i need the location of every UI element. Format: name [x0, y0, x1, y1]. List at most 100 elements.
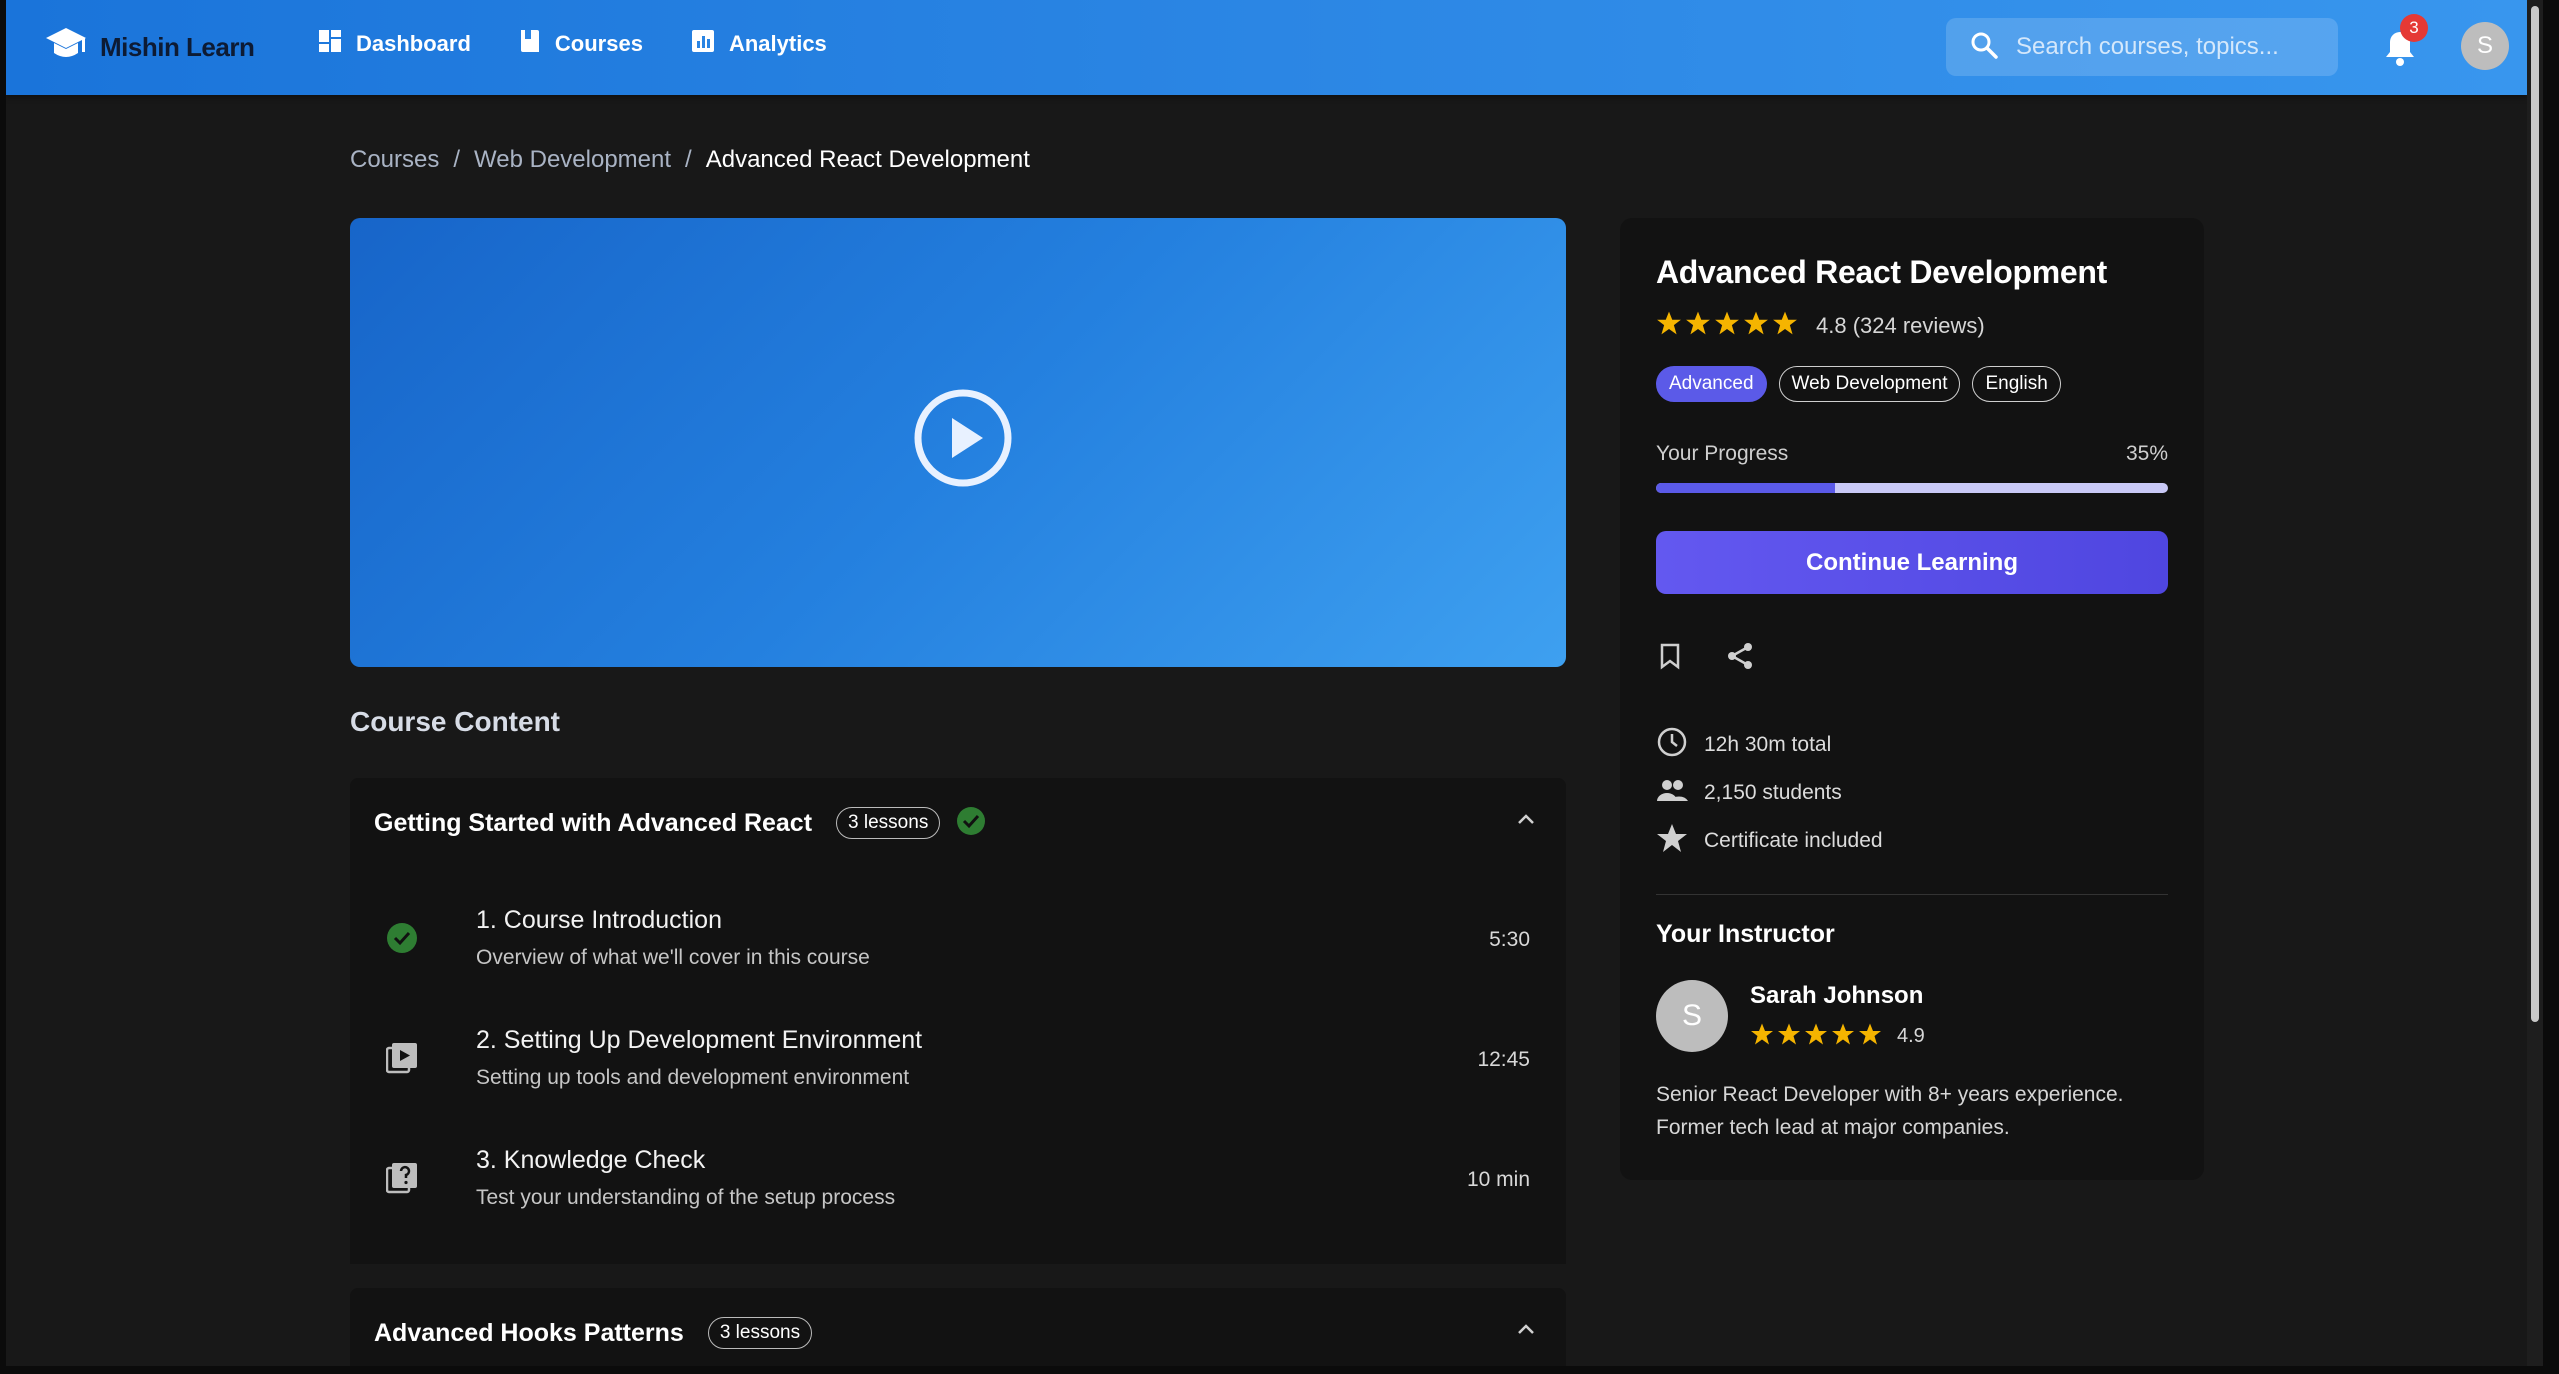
main-nav: Dashboard Courses Analytics	[318, 28, 827, 60]
bookmark-icon	[1658, 642, 1682, 675]
clock-icon	[1656, 726, 1688, 764]
book-icon	[519, 28, 541, 60]
page-scrollbar[interactable]	[2527, 0, 2543, 1366]
progress-value: 35%	[2125, 442, 2168, 465]
bell-icon	[2380, 32, 2420, 74]
nav-analytics-label: Analytics	[728, 31, 827, 56]
star-icon	[1858, 1022, 1882, 1051]
module-title: Getting Started with Advanced React	[374, 808, 813, 837]
lesson-description: Overview of what we'll cover in this cou…	[476, 946, 870, 969]
star-icon	[1656, 310, 1682, 341]
check-circle-icon	[386, 922, 418, 954]
course-tags: Advanced Web Development English	[1656, 366, 2061, 402]
lesson-item[interactable]: 3. Knowledge Check Test your understandi…	[350, 1122, 1566, 1232]
instructor-rating-value: 4.9	[1897, 1025, 1925, 1047]
lesson-duration: 12:45	[1477, 1048, 1530, 1071]
instructor-name[interactable]: Sarah Johnson	[1750, 982, 1923, 1010]
star-icon	[1750, 1022, 1774, 1051]
star-icon	[1804, 1022, 1828, 1051]
lesson-count-badge: 3 lessons	[836, 807, 941, 839]
progress-label: Your Progress	[1656, 442, 1789, 465]
module-title: Advanced Hooks Patterns	[374, 1318, 684, 1347]
nav-courses[interactable]: Courses	[519, 28, 643, 60]
brand-name: Mishin Learn	[100, 31, 255, 62]
star-icon	[1831, 1022, 1855, 1051]
category-chip: Web Development	[1778, 366, 1961, 402]
bookmark-button[interactable]	[1650, 638, 1690, 678]
course-certificate: Certificate included	[1656, 822, 1883, 860]
brand[interactable]: Mishin Learn	[44, 24, 255, 70]
check-circle-icon	[956, 806, 986, 841]
rating-stars	[1656, 310, 1798, 341]
module-header[interactable]: Getting Started with Advanced React 3 le…	[350, 778, 1566, 868]
star-icon	[1656, 822, 1688, 860]
course-students-text: 2,150 students	[1704, 781, 1842, 804]
nav-courses-label: Courses	[554, 31, 643, 56]
rating-stars	[1750, 1022, 1882, 1051]
instructor-rating: 4.9	[1750, 1022, 1925, 1051]
course-students: 2,150 students	[1656, 774, 1842, 812]
lesson-title: 1. Course Introduction	[476, 906, 722, 934]
star-icon	[1772, 310, 1798, 341]
lesson-item[interactable]: 1. Course Introduction Overview of what …	[350, 882, 1566, 992]
continue-learning-button[interactable]: Continue Learning	[1656, 531, 2168, 594]
language-chip: English	[1972, 366, 2061, 402]
course-title: Advanced React Development	[1656, 254, 2108, 290]
progress-bar-fill	[1656, 483, 1836, 493]
lesson-item[interactable]: 2. Setting Up Development Environment Se…	[350, 1002, 1566, 1112]
breadcrumb-web-development[interactable]: Web Development	[474, 146, 671, 174]
chevron-up-icon[interactable]	[1516, 812, 1536, 831]
instructor-heading: Your Instructor	[1656, 920, 1835, 948]
star-icon	[1714, 310, 1740, 341]
user-avatar[interactable]: S	[2461, 22, 2509, 70]
instructor-avatar[interactable]: S	[1656, 980, 1728, 1052]
lesson-description: Test your understanding of the setup pro…	[476, 1186, 896, 1209]
instructor-bio: Senior React Developer with 8+ years exp…	[1656, 1083, 2124, 1139]
play-icon[interactable]	[913, 388, 1013, 488]
course-duration-text: 12h 30m total	[1704, 733, 1832, 756]
share-icon	[1725, 641, 1755, 676]
progress-bar	[1656, 483, 2168, 493]
breadcrumb-courses[interactable]: Courses	[350, 146, 439, 174]
video-player[interactable]	[350, 218, 1566, 667]
lesson-duration: 10 min	[1466, 1168, 1530, 1191]
nav-dashboard[interactable]: Dashboard	[318, 28, 471, 60]
share-button[interactable]	[1720, 638, 1760, 678]
video-lesson-icon	[385, 1042, 418, 1074]
lesson-title: 2. Setting Up Development Environment	[476, 1026, 923, 1054]
course-content-heading: Course Content	[350, 706, 560, 737]
star-icon	[1685, 310, 1711, 341]
people-icon	[1656, 774, 1688, 812]
lesson-duration: 5:30	[1489, 928, 1530, 951]
divider	[1656, 894, 2168, 895]
graduation-cap-icon	[44, 25, 88, 70]
course-summary-card: Advanced React Development 4.8 (324 revi…	[1620, 218, 2204, 1180]
module-section: Advanced Hooks Patterns 3 lessons	[350, 1288, 1566, 1366]
breadcrumb-current: Advanced React Development	[705, 146, 1030, 173]
scrollbar-thumb[interactable]	[2531, 6, 2539, 1022]
search-bar	[1946, 18, 2338, 76]
quiz-icon	[385, 1162, 418, 1194]
module-header[interactable]: Advanced Hooks Patterns 3 lessons	[350, 1288, 1566, 1366]
search-input[interactable]	[2016, 33, 2326, 61]
course-certificate-text: Certificate included	[1704, 829, 1883, 852]
course-rating: 4.8 (324 reviews)	[1656, 310, 1985, 341]
analytics-icon	[691, 29, 715, 59]
nav-dashboard-label: Dashboard	[356, 31, 471, 56]
search-icon	[1970, 31, 1998, 64]
breadcrumb-separator: /	[685, 146, 692, 173]
lesson-count-badge: 3 lessons	[707, 1317, 813, 1349]
rating-text: 4.8 (324 reviews)	[1816, 312, 1985, 338]
nav-analytics[interactable]: Analytics	[691, 28, 827, 60]
star-icon	[1777, 1022, 1801, 1051]
star-icon	[1743, 310, 1769, 341]
breadcrumb: Courses / Web Development / Advanced Rea…	[350, 146, 1030, 174]
course-duration: 12h 30m total	[1656, 726, 1831, 764]
app-window: Mishin Learn Dashboard Courses Analytics	[6, 0, 2543, 1366]
chevron-up-icon[interactable]	[1516, 1322, 1536, 1341]
lesson-title: 3. Knowledge Check	[476, 1146, 706, 1174]
dashboard-icon	[318, 29, 342, 59]
module-section: Getting Started with Advanced React 3 le…	[350, 778, 1566, 1264]
lesson-description: Setting up tools and development environ…	[476, 1066, 910, 1089]
level-chip: Advanced	[1656, 366, 1767, 402]
